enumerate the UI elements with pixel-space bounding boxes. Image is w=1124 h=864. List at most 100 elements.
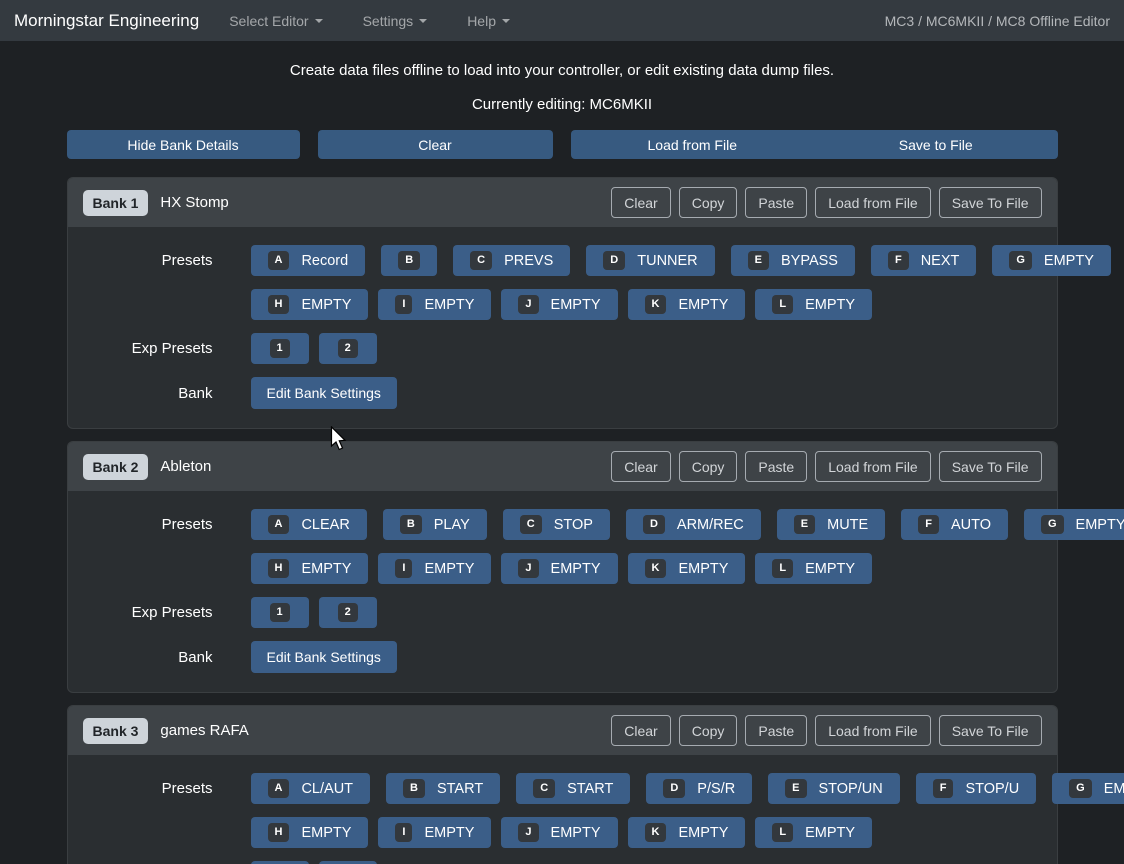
- preset-key-badge: F: [933, 779, 954, 798]
- presets-label: Presets: [84, 252, 213, 269]
- bank-load-from-file-button[interactable]: Load from File: [815, 715, 930, 746]
- preset-key-badge: G: [1069, 779, 1092, 798]
- bank-save-to-file-button[interactable]: Save To File: [939, 715, 1042, 746]
- clear-all-button[interactable]: Clear: [318, 130, 553, 159]
- preset-button-f[interactable]: FAUTO: [901, 509, 1008, 540]
- exp-presets-label: Exp Presets: [84, 604, 213, 621]
- menu-settings[interactable]: Settings: [363, 13, 428, 29]
- bank-copy-button[interactable]: Copy: [679, 451, 738, 482]
- preset-key-badge: F: [888, 251, 909, 270]
- brand[interactable]: Morningstar Engineering: [14, 11, 199, 31]
- exp-preset-button-2[interactable]: 2: [319, 333, 377, 364]
- preset-key-badge: B: [403, 779, 425, 798]
- preset-button-j[interactable]: JEMPTY: [501, 289, 617, 320]
- bank-panel-1: Bank 1 HX Stomp Clear Copy Paste Load fr…: [67, 177, 1058, 429]
- bank-load-from-file-button[interactable]: Load from File: [815, 451, 930, 482]
- preset-key-badge: F: [918, 515, 939, 534]
- preset-button-c[interactable]: CPREVS: [453, 245, 570, 276]
- main-toolbar: Hide Bank Details Clear Load from File S…: [67, 130, 1058, 159]
- edit-bank-settings-button[interactable]: Edit Bank Settings: [251, 641, 397, 673]
- preset-buttons: ACLEAR BPLAY CSTOP DARM/REC EMUTE FAUTO …: [251, 509, 1124, 540]
- bank-save-to-file-button[interactable]: Save To File: [939, 187, 1042, 218]
- preset-button-i[interactable]: IEMPTY: [378, 289, 491, 320]
- preset-key-badge: D: [643, 515, 665, 534]
- preset-button-l[interactable]: LEMPTY: [755, 817, 872, 848]
- save-to-file-button[interactable]: Save to File: [814, 130, 1058, 159]
- bank-load-from-file-button[interactable]: Load from File: [815, 187, 930, 218]
- preset-button-k[interactable]: KEMPTY: [628, 553, 746, 584]
- exp-preset-button-1[interactable]: 1: [251, 597, 309, 628]
- presets-row-1: Presets ACLEAR BPLAY CSTOP DARM/REC EMUT…: [84, 509, 1041, 540]
- preset-key-badge: G: [1009, 251, 1032, 270]
- bank-name: games RAFA: [160, 722, 248, 739]
- preset-button-e[interactable]: ESTOP/UN: [768, 773, 900, 804]
- preset-button-a[interactable]: ARecord: [251, 245, 366, 276]
- preset-button-a[interactable]: ACLEAR: [251, 509, 367, 540]
- preset-button-b[interactable]: BSTART: [386, 773, 500, 804]
- preset-button-g[interactable]: GEMPTY: [992, 245, 1111, 276]
- preset-button-e[interactable]: EMUTE: [777, 509, 885, 540]
- preset-button-g[interactable]: GEMPTY: [1024, 509, 1124, 540]
- presets-row-2: HEMPTY IEMPTY JEMPTY KEMPTY LEMPTY: [84, 289, 1041, 320]
- preset-button-f[interactable]: FNEXT: [871, 245, 976, 276]
- exp-key-badge: 1: [270, 339, 290, 358]
- load-from-file-button[interactable]: Load from File: [571, 130, 815, 159]
- preset-button-f[interactable]: FSTOP/U: [916, 773, 1036, 804]
- hide-bank-details-button[interactable]: Hide Bank Details: [67, 130, 300, 159]
- preset-buttons: HEMPTY IEMPTY JEMPTY KEMPTY LEMPTY: [251, 289, 873, 320]
- preset-button-d[interactable]: DARM/REC: [626, 509, 761, 540]
- preset-button-h[interactable]: HEMPTY: [251, 289, 369, 320]
- preset-key-badge: J: [518, 823, 538, 842]
- bank-2-body: Presets ACLEAR BPLAY CSTOP DARM/REC EMUT…: [68, 491, 1057, 692]
- preset-button-i[interactable]: IEMPTY: [378, 553, 491, 584]
- bank-paste-button[interactable]: Paste: [745, 451, 807, 482]
- bank-panel-2: Bank 2 Ableton Clear Copy Paste Load fro…: [67, 441, 1058, 693]
- bank-clear-button[interactable]: Clear: [611, 451, 670, 482]
- menu-help-label: Help: [467, 13, 496, 29]
- bank-label: Bank: [84, 649, 213, 666]
- preset-key-badge: J: [518, 559, 538, 578]
- bank-clear-button[interactable]: Clear: [611, 715, 670, 746]
- preset-button-k[interactable]: KEMPTY: [628, 289, 746, 320]
- intro-section: Create data files offline to load into y…: [0, 62, 1124, 113]
- menu-help[interactable]: Help: [467, 13, 510, 29]
- bank-paste-button[interactable]: Paste: [745, 187, 807, 218]
- preset-button-d[interactable]: DTUNNER: [586, 245, 714, 276]
- preset-button-a[interactable]: ACL/AUT: [251, 773, 371, 804]
- preset-key-badge: E: [785, 779, 806, 798]
- bank-save-to-file-button[interactable]: Save To File: [939, 451, 1042, 482]
- preset-button-g[interactable]: GEMPTY: [1052, 773, 1124, 804]
- bank-3-actions: Clear Copy Paste Load from File Save To …: [611, 715, 1041, 746]
- presets-row-2: HEMPTY IEMPTY JEMPTY KEMPTY LEMPTY: [84, 553, 1041, 584]
- exp-preset-button-1[interactable]: 1: [251, 333, 309, 364]
- preset-key-badge: L: [772, 559, 793, 578]
- bank-2-actions: Clear Copy Paste Load from File Save To …: [611, 451, 1041, 482]
- preset-button-d[interactable]: DP/S/R: [646, 773, 752, 804]
- preset-button-b[interactable]: BPLAY: [383, 509, 487, 540]
- bank-copy-button[interactable]: Copy: [679, 187, 738, 218]
- preset-button-l[interactable]: LEMPTY: [755, 553, 872, 584]
- presets-label: Presets: [84, 780, 213, 797]
- preset-button-j[interactable]: JEMPTY: [501, 553, 617, 584]
- preset-button-k[interactable]: KEMPTY: [628, 817, 746, 848]
- preset-button-j[interactable]: JEMPTY: [501, 817, 617, 848]
- bank-paste-button[interactable]: Paste: [745, 715, 807, 746]
- preset-button-h[interactable]: HEMPTY: [251, 553, 369, 584]
- preset-button-h[interactable]: HEMPTY: [251, 817, 369, 848]
- preset-button-b[interactable]: B: [381, 245, 437, 276]
- bank-name: HX Stomp: [160, 194, 228, 211]
- preset-button-c[interactable]: CSTART: [516, 773, 630, 804]
- preset-key-badge: B: [398, 251, 420, 270]
- bank-clear-button[interactable]: Clear: [611, 187, 670, 218]
- edit-bank-settings-button[interactable]: Edit Bank Settings: [251, 377, 397, 409]
- menu-select-editor[interactable]: Select Editor: [229, 13, 322, 29]
- preset-button-l[interactable]: LEMPTY: [755, 289, 872, 320]
- preset-key-badge: E: [748, 251, 769, 270]
- preset-button-e[interactable]: EBYPASS: [731, 245, 855, 276]
- preset-button-c[interactable]: CSTOP: [503, 509, 610, 540]
- bank-copy-button[interactable]: Copy: [679, 715, 738, 746]
- exp-preset-button-2[interactable]: 2: [319, 597, 377, 628]
- preset-button-i[interactable]: IEMPTY: [378, 817, 491, 848]
- preset-key-badge: A: [268, 251, 290, 270]
- exp-key-badge: 2: [338, 603, 358, 622]
